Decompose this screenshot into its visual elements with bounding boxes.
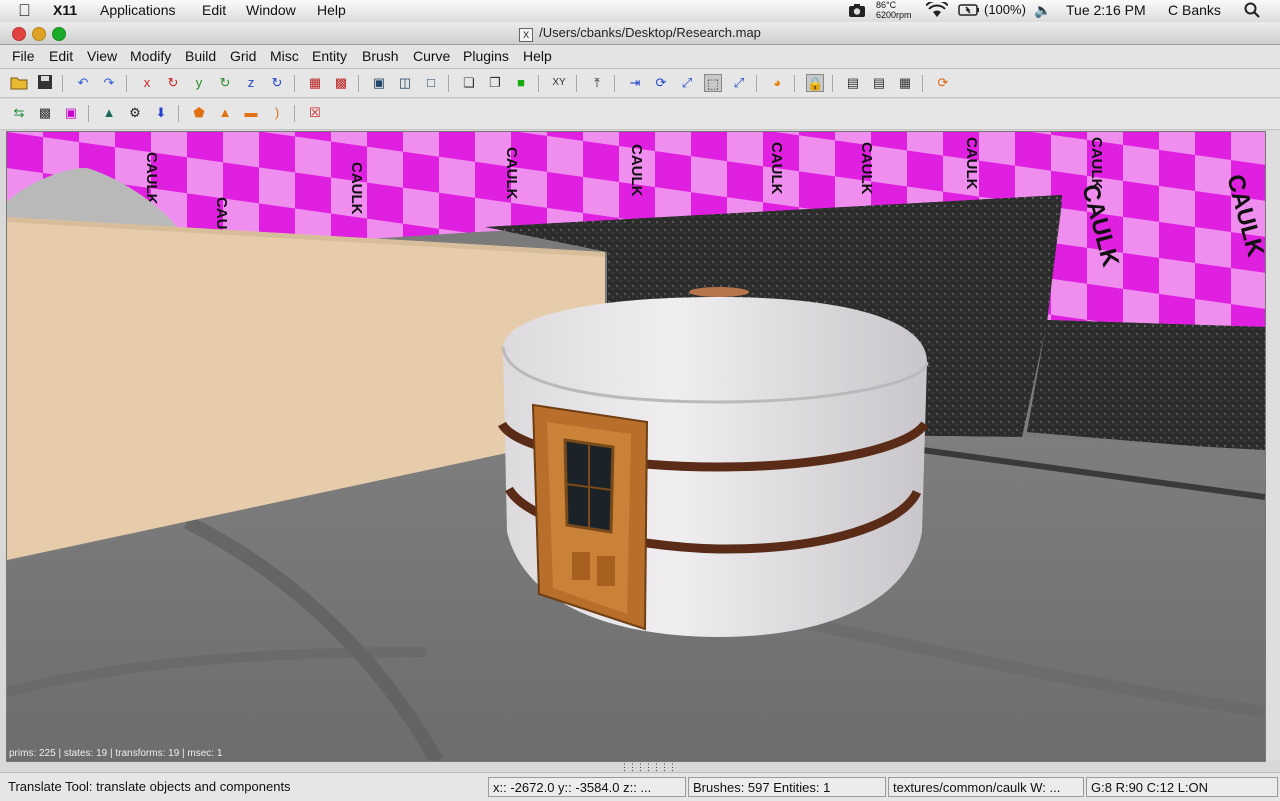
menu-window[interactable]: Window [246, 2, 296, 18]
flip-x-icon[interactable]: x [138, 74, 156, 92]
caulk-label: CAULK [503, 147, 520, 200]
caulk-label: CAULK [628, 144, 645, 197]
app-menubar: File Edit View Modify Build Grid Misc En… [0, 45, 1280, 69]
wifi-icon[interactable] [925, 0, 949, 21]
caulk-tool-icon[interactable]: ☒ [306, 104, 324, 122]
redo-icon[interactable]: ↷ [100, 74, 118, 92]
cursor-coordinates: x:: -2672.0 y:: -3584.0 z:: ... [488, 777, 686, 797]
clipper-icon[interactable]: ◫ [396, 74, 414, 92]
rotate-z-icon[interactable]: ↻ [268, 74, 286, 92]
refresh-models-icon[interactable]: ⟳ [934, 74, 952, 92]
menu-help[interactable]: Help [317, 2, 346, 18]
secondary-toolbar: ⇆ ▩ ▣ ▲ ⚙ ⬇ ⬟ ▲ ▬ ) ☒ [0, 99, 1280, 130]
menu-grid[interactable]: Grid [230, 48, 256, 64]
cube-flat-icon[interactable]: ❐ [486, 74, 504, 92]
csg-subtract-icon[interactable]: ▦ [306, 74, 324, 92]
brush-cube-icon[interactable]: ▩ [36, 104, 54, 122]
scale-tool-icon[interactable]: ⤢ [678, 74, 696, 92]
tree-icon[interactable]: ▲ [100, 104, 118, 122]
caulk-label: CAULK [143, 152, 160, 205]
open-icon[interactable] [10, 74, 28, 92]
menu-app-help[interactable]: Help [523, 48, 552, 64]
entity-list-icon[interactable]: ▤ [870, 74, 888, 92]
menu-view[interactable]: View [87, 48, 117, 64]
patch-cylinder-icon[interactable]: ▬ [242, 104, 260, 122]
tool-hint: Translate Tool: translate objects and co… [8, 779, 291, 794]
patch-endcap-icon[interactable]: ) [268, 104, 286, 122]
surface-inspector-icon[interactable]: ▦ [896, 74, 914, 92]
patch-bevel-icon[interactable]: ⬟ [190, 104, 208, 122]
undo-icon[interactable]: ↶ [74, 74, 92, 92]
camera-icon[interactable] [848, 3, 866, 21]
menu-applications[interactable]: Applications [100, 2, 176, 18]
hollow-icon[interactable]: ▣ [370, 74, 388, 92]
lock-icon[interactable]: 🔒 [806, 74, 824, 92]
cube-textured-icon[interactable]: ■ [512, 74, 530, 92]
rotate-y-icon[interactable]: ↻ [216, 74, 234, 92]
menu-plugins[interactable]: Plugins [463, 48, 509, 64]
mac-menubar:  X11 Applications Edit Window Help 86°C… [0, 0, 1280, 23]
window-titlebar: X/Users/cbanks/Desktop/Research.map [0, 22, 1280, 45]
patch-cone-icon[interactable]: ▲ [216, 104, 234, 122]
select-inside-icon[interactable]: □ [422, 74, 440, 92]
texture-swatch-icon[interactable]: ▣ [62, 104, 80, 122]
user-name[interactable]: C Banks [1168, 2, 1221, 18]
menu-misc[interactable]: Misc [270, 48, 299, 64]
save-icon[interactable] [36, 74, 54, 92]
drag-tool-icon[interactable]: ⬚ [704, 74, 722, 92]
caulk-label: CAULK [963, 137, 980, 190]
menu-build[interactable]: Build [185, 48, 216, 64]
caulk-label: CAULK [858, 142, 875, 195]
temperature-readout[interactable]: 86°C 6200rpm [876, 0, 912, 20]
caulk-label: CAULK [768, 142, 785, 195]
download-arrow-icon[interactable]: ⬇ [152, 104, 170, 122]
menu-curve[interactable]: Curve [413, 48, 450, 64]
rotate-tool-icon[interactable]: ⟳ [652, 74, 670, 92]
menu-app-name[interactable]: X11 [53, 2, 77, 18]
window-title: /Users/cbanks/Desktop/Research.map [539, 25, 761, 40]
rotate-x-icon[interactable]: ↻ [164, 74, 182, 92]
texture-browser-icon[interactable]: ▤ [844, 74, 862, 92]
battery-percent[interactable]: (100%) [984, 2, 1026, 17]
main-toolbar: ↶ ↷ x ↻ y ↻ z ↻ ▦ ▩ ▣ ◫ □ ❏ ❐ ■ XY ⤒ ⇥ ⟳… [0, 69, 1280, 98]
clip-plane-icon[interactable]: ⤒ [588, 74, 606, 92]
spotlight-search-icon[interactable] [1244, 2, 1260, 21]
volume-icon[interactable]: 🔈 [1034, 2, 1051, 19]
entity-creature-icon[interactable]: ⚙ [126, 104, 144, 122]
menu-modify[interactable]: Modify [130, 48, 171, 64]
csg-merge-icon[interactable]: ▩ [332, 74, 350, 92]
flip-z-icon[interactable]: z [242, 74, 260, 92]
apple-menu-icon[interactable]:  [18, 1, 31, 21]
brush-entity-count: Brushes: 597 Entities: 1 [688, 777, 886, 797]
render-stats: prims: 225 | states: 19 | transforms: 19… [9, 748, 223, 759]
current-texture: textures/common/caulk W: ... [888, 777, 1084, 797]
clock[interactable]: Tue 2:16 PM [1066, 2, 1146, 18]
temp-value: 86°C [876, 0, 897, 10]
pane-resize-grip[interactable]: ⋮⋮⋮⋮⋮⋮⋮ [620, 762, 677, 772]
camera-viewport[interactable]: CAULK CAULK CAULK CAULK CAULK CAULK CAUL… [6, 131, 1266, 762]
battery-icon[interactable] [958, 3, 980, 20]
menu-file[interactable]: File [12, 48, 35, 64]
caulk-label: CAULK [348, 162, 365, 215]
window-title-wrap: X/Users/cbanks/Desktop/Research.map [0, 25, 1280, 42]
patch-icon[interactable]: ◕ [768, 74, 786, 92]
translate-tool-icon[interactable]: ⇥ [626, 74, 644, 92]
grid-settings: G:8 R:90 C:12 L:ON [1086, 777, 1278, 797]
viewport-splitter[interactable] [1266, 131, 1280, 760]
menu-brush[interactable]: Brush [362, 48, 399, 64]
recycle-icon[interactable]: ⇆ [10, 104, 28, 122]
view-change-icon[interactable]: XY [550, 74, 568, 92]
fan-rpm: 6200rpm [876, 10, 912, 20]
status-bar: Translate Tool: translate objects and co… [0, 772, 1280, 801]
menu-app-edit[interactable]: Edit [49, 48, 73, 64]
menu-entity[interactable]: Entity [312, 48, 347, 64]
flip-y-icon[interactable]: y [190, 74, 208, 92]
resize-tool-icon[interactable]: ⤢ [730, 74, 748, 92]
x11-icon: X [519, 28, 534, 42]
menu-edit[interactable]: Edit [202, 2, 226, 18]
scene-render: CAULK CAULK CAULK CAULK CAULK CAULK CAUL… [7, 132, 1265, 761]
cube-wire-icon[interactable]: ❏ [460, 74, 478, 92]
